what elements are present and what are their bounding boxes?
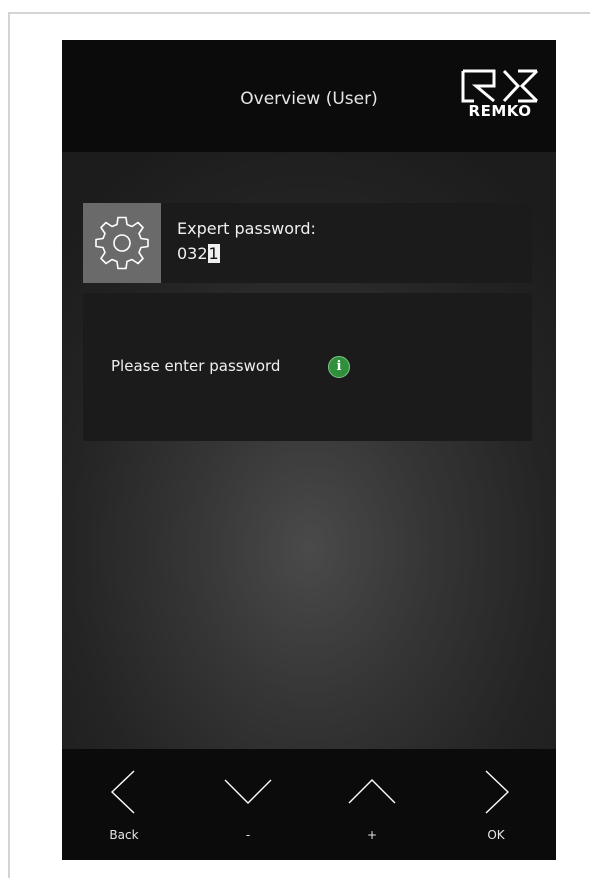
password-entry-row[interactable]: Expert password: 0321 (83, 203, 532, 283)
password-value: 032 (177, 244, 208, 263)
message-panel: Please enter password i (83, 293, 532, 441)
chevron-left-icon (110, 770, 135, 814)
footer-nav: Back - + OK (62, 749, 556, 860)
plus-button[interactable]: + (322, 749, 422, 860)
gear-icon (95, 216, 149, 270)
password-label: Expert password: (177, 219, 316, 238)
back-button[interactable]: Back (74, 749, 174, 860)
settings-icon-box (83, 203, 161, 283)
ok-button[interactable]: OK (446, 749, 546, 860)
chevron-right-icon (485, 770, 510, 814)
password-cursor-digit: 1 (207, 244, 220, 263)
device-screen: Overview (User) REMKO Expert password: 0… (62, 40, 556, 860)
minus-label: - (245, 828, 251, 842)
logo-text: REMKO (468, 102, 532, 120)
back-label: Back (109, 828, 139, 842)
header-bar: Overview (User) REMKO (62, 40, 556, 152)
remko-logo: REMKO (460, 68, 540, 124)
chevron-up-icon (348, 779, 396, 804)
logo-mark-icon (461, 69, 539, 103)
page-title: Overview (User) (240, 89, 378, 109)
minus-button[interactable]: - (198, 749, 298, 860)
plus-label: + (366, 828, 378, 842)
chevron-down-icon (224, 779, 272, 804)
prompt-message: Please enter password (111, 357, 281, 375)
password-input[interactable]: 0321 (177, 244, 220, 264)
info-icon[interactable]: i (328, 356, 350, 378)
ok-label: OK (487, 828, 505, 842)
